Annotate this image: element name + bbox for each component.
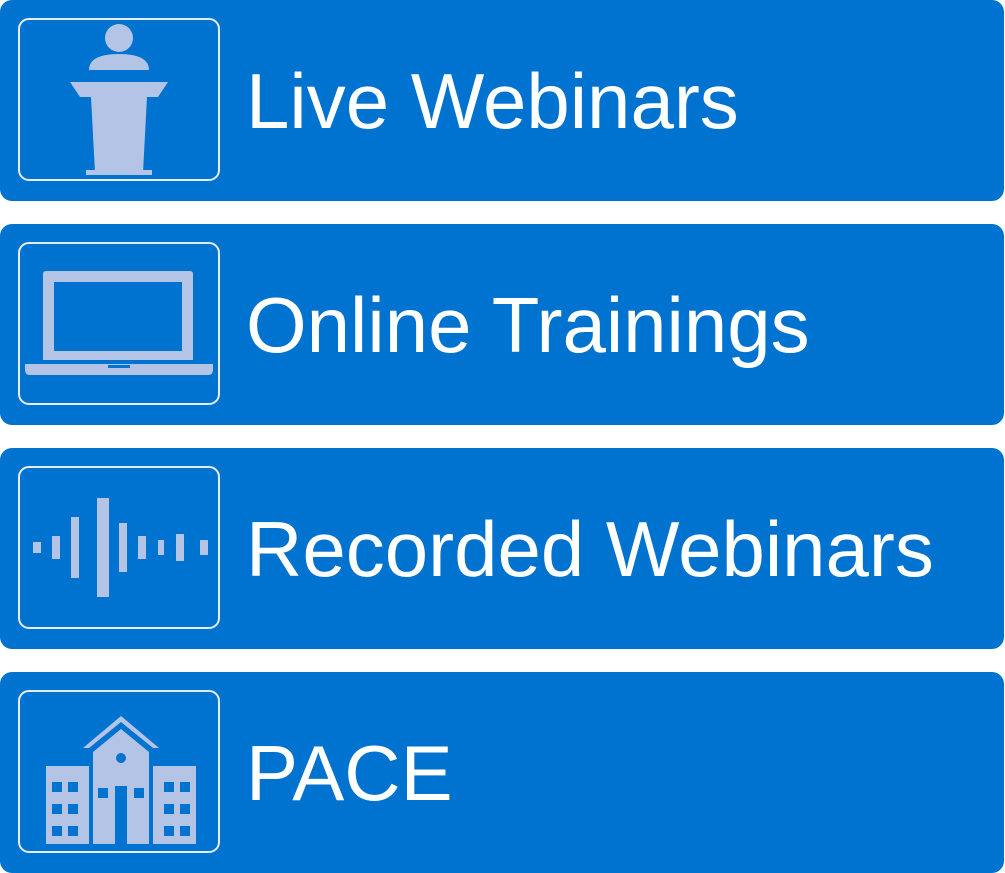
recorded-webinars-button[interactable]: Recorded Webinars bbox=[0, 448, 1004, 649]
live-webinars-button[interactable]: Live Webinars bbox=[0, 0, 1004, 201]
recorded-webinars-label: Recorded Webinars bbox=[246, 504, 934, 593]
live-webinars-icon-frame bbox=[18, 18, 220, 181]
online-trainings-icon-frame bbox=[18, 242, 220, 405]
school-building-icon bbox=[46, 716, 196, 844]
pace-label: PACE bbox=[246, 728, 453, 817]
pace-button[interactable]: PACE bbox=[0, 672, 1004, 873]
online-trainings-button[interactable]: Online Trainings bbox=[0, 224, 1004, 425]
laptop-icon bbox=[25, 271, 213, 375]
audio-waveform-icon bbox=[33, 498, 208, 597]
online-trainings-label: Online Trainings bbox=[246, 280, 810, 369]
recorded-webinars-icon-frame bbox=[18, 466, 220, 629]
live-webinars-label: Live Webinars bbox=[246, 56, 739, 145]
pace-icon-frame bbox=[18, 690, 220, 853]
podium-speaker-icon bbox=[70, 24, 168, 175]
